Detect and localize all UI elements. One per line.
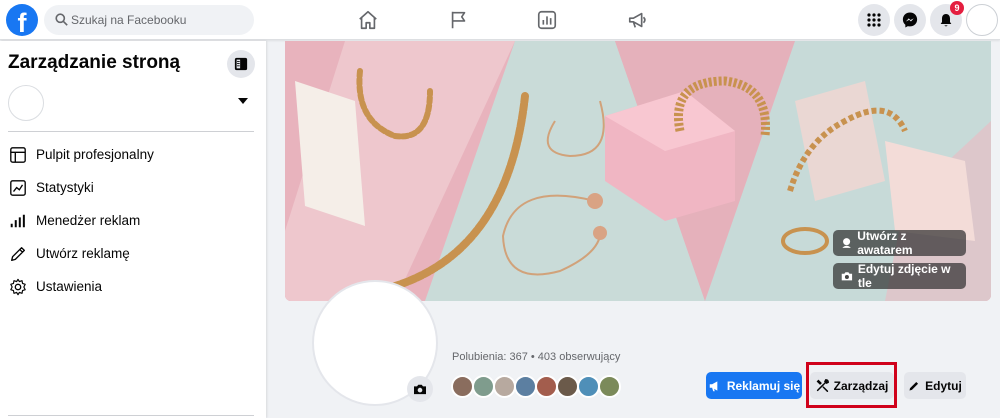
highlight-annotation-box xyxy=(806,362,897,408)
follower-avatar[interactable] xyxy=(535,375,558,398)
sidebar-item-create-ad[interactable]: Utwórz reklamę xyxy=(0,237,266,270)
sidebar-item-label: Pulpit profesjonalny xyxy=(36,147,154,162)
sidebar-title: Zarządzanie stroną xyxy=(8,52,181,73)
page-avatar[interactable] xyxy=(8,85,44,121)
edit-button[interactable]: Edytuj xyxy=(904,372,966,399)
follower-avatar[interactable] xyxy=(598,375,621,398)
gear-icon xyxy=(8,277,28,297)
follower-avatar[interactable] xyxy=(556,375,579,398)
statistics-icon xyxy=(8,178,28,198)
sidebar-item-statistics[interactable]: Statystyki xyxy=(0,171,266,204)
dashboard-icon xyxy=(8,145,28,165)
menu-grid-icon[interactable] xyxy=(858,4,890,36)
flag-icon[interactable] xyxy=(445,6,473,34)
pencil-icon xyxy=(8,244,28,264)
create-with-avatar-label: Utwórz z awatarem xyxy=(857,229,913,257)
sidebar-item-professional-dashboard[interactable]: Pulpit profesjonalny xyxy=(0,138,266,171)
sidebar-divider xyxy=(8,131,254,132)
update-profile-picture-camera-icon[interactable] xyxy=(407,376,433,402)
account-avatar[interactable] xyxy=(966,4,998,36)
follower-avatar[interactable] xyxy=(451,375,474,398)
notification-badge: 9 xyxy=(950,1,964,15)
sidebar-item-ads-manager[interactable]: Menedżer reklam xyxy=(0,204,266,237)
megaphone-icon xyxy=(709,380,718,391)
advertise-label: Reklamuj się xyxy=(726,378,801,393)
cover-photo[interactable]: Utwórz z awatarem Edytuj zdjęcie w tle xyxy=(285,41,991,301)
likes-followers-count[interactable]: Polubienia: 367 • 403 obserwujący xyxy=(452,351,620,363)
search-box[interactable] xyxy=(44,5,254,35)
top-bar: f 9 xyxy=(0,0,1000,40)
edit-label: Edytuj xyxy=(925,378,962,393)
sidebar-menu: Pulpit profesjonalny Statystyki Menedżer… xyxy=(0,138,266,303)
sidebar-item-label: Utwórz reklamę xyxy=(36,246,130,261)
edit-cover-photo-label: Edytuj zdjęcie w tle xyxy=(857,262,951,290)
chart-icon[interactable] xyxy=(533,6,561,34)
advertise-button[interactable]: Reklamuj się xyxy=(706,372,802,399)
bars-icon xyxy=(8,211,28,231)
sidebar-item-label: Statystyki xyxy=(36,180,94,195)
sidebar-item-label: Ustawienia xyxy=(36,279,103,294)
edit-cover-photo-button[interactable]: Edytuj zdjęcie w tle xyxy=(833,262,966,290)
facebook-logo[interactable]: f xyxy=(6,4,38,36)
search-icon xyxy=(55,13,68,26)
search-input[interactable] xyxy=(71,5,249,35)
follower-avatar[interactable] xyxy=(514,375,537,398)
messenger-icon[interactable] xyxy=(894,4,926,36)
sidebar-item-settings[interactable]: Ustawienia xyxy=(0,270,266,303)
follower-avatar[interactable] xyxy=(577,375,600,398)
camera-icon xyxy=(841,272,853,281)
page-switcher-caret-icon[interactable] xyxy=(238,98,248,104)
avatar-icon xyxy=(842,238,851,248)
pencil-icon xyxy=(909,381,919,390)
home-icon[interactable] xyxy=(354,6,382,34)
follower-avatar[interactable] xyxy=(472,375,495,398)
collapse-sidebar-icon[interactable] xyxy=(227,50,255,78)
sidebar-item-label: Menedżer reklam xyxy=(36,213,141,228)
megaphone-icon[interactable] xyxy=(624,6,652,34)
follower-avatar[interactable] xyxy=(493,375,516,398)
page-management-sidebar: Zarządzanie stroną Pulpit profesjonalny … xyxy=(0,41,266,418)
sidebar-divider xyxy=(8,415,254,416)
create-with-avatar-button[interactable]: Utwórz z awatarem xyxy=(833,229,966,257)
